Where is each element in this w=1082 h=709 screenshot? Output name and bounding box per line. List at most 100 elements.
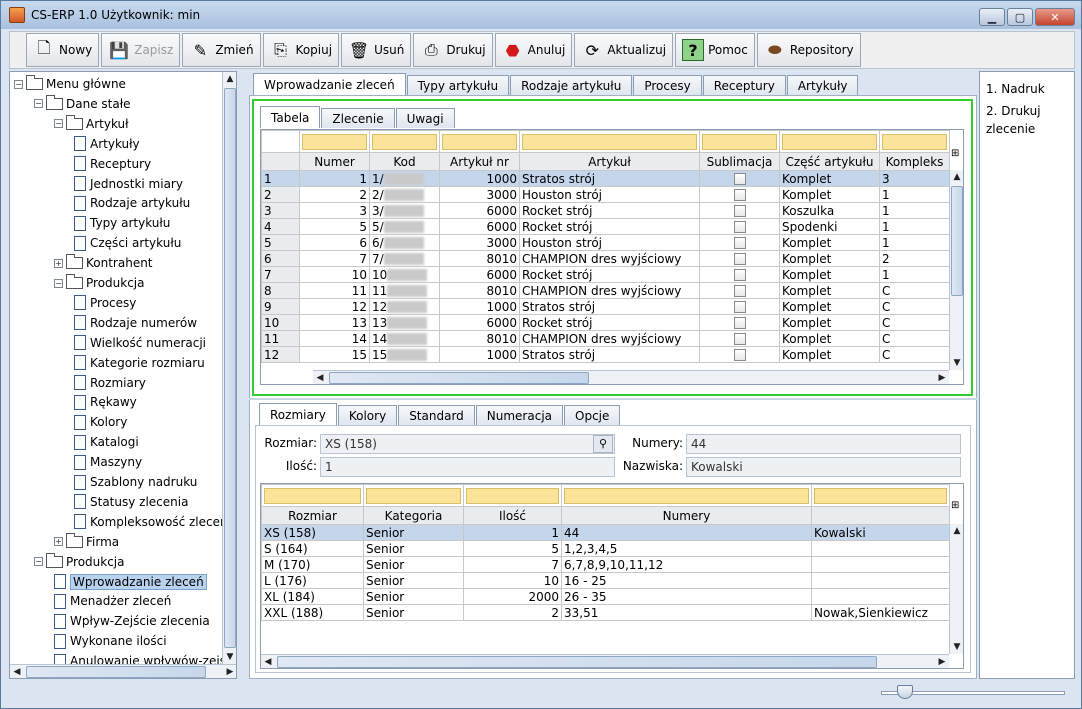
orders-vertical-scrollbar[interactable]: ▲ ▼ xyxy=(949,170,963,370)
filter-input[interactable] xyxy=(814,487,947,504)
filter-cell[interactable] xyxy=(463,484,562,507)
maximize-button[interactable]: ▢ xyxy=(1007,8,1033,26)
sublimacja-checkbox[interactable] xyxy=(733,173,746,185)
tree-item[interactable]: − Produkcja xyxy=(34,552,125,572)
filter-cell[interactable] xyxy=(369,130,440,153)
orders-horizontal-scrollbar[interactable]: ◀ ▶ xyxy=(313,370,949,384)
sublimacja-checkbox[interactable] xyxy=(733,237,746,249)
tree-item[interactable]: Wielkość numeracji xyxy=(74,333,206,353)
filter-cell[interactable] xyxy=(261,484,364,507)
table-row[interactable]: 9 12 12 1000 Stratos strój Komplet C xyxy=(261,298,950,315)
orders-hscroll-thumb[interactable] xyxy=(329,372,589,384)
tree-item[interactable]: Kategorie rozmiaru xyxy=(74,353,205,373)
tree-item[interactable]: Wykonane ilości xyxy=(54,631,167,651)
table-row[interactable]: 5 6 6/3000 Houston strój Komplet 1 xyxy=(261,234,950,251)
sub-tab[interactable]: Zlecenie xyxy=(321,108,395,128)
column-header[interactable] xyxy=(261,152,300,171)
column-header[interactable]: Kod xyxy=(369,152,440,171)
table-row[interactable]: 2 2 2/3000 Houston strój Komplet 1 xyxy=(261,186,950,203)
toolbar-button-0[interactable]: 🗋 Nowy xyxy=(26,33,100,67)
collapse-icon[interactable]: − xyxy=(54,278,63,288)
sublimacja-checkbox[interactable] xyxy=(733,189,746,201)
tree-item[interactable]: Rodzaje artykułu xyxy=(74,193,190,213)
sublimacja-checkbox[interactable] xyxy=(733,253,746,265)
binoculars-lookup-icon[interactable]: ⚲ xyxy=(593,435,613,453)
tree-item[interactable]: Artykuły xyxy=(74,134,140,154)
tree-item[interactable]: + Kontrahent xyxy=(54,253,153,273)
column-header[interactable]: Część artykułu xyxy=(779,152,880,171)
table-row[interactable]: M (170) Senior 7 6,7,8,9,10,11,12 xyxy=(261,556,950,573)
filter-cell[interactable] xyxy=(699,130,780,153)
action-link[interactable]: 2. Drukuj zlecenie xyxy=(986,102,1068,138)
tree-item[interactable]: Jednostki miary xyxy=(74,174,183,194)
tree-item[interactable]: Kompleksowość zleceń xyxy=(74,512,228,532)
tree-item[interactable]: Kolory xyxy=(74,412,127,432)
main-tab[interactable]: Rodzaje artykułu xyxy=(510,75,633,95)
minimize-button[interactable]: ▁ xyxy=(979,8,1005,26)
filter-cell[interactable] xyxy=(779,130,880,153)
table-row[interactable]: 7 10 10 6000 Rocket strój Komplet 1 xyxy=(261,266,950,283)
tree-item[interactable]: − Produkcja xyxy=(54,273,145,293)
filter-input[interactable] xyxy=(782,133,877,150)
sublimacja-checkbox[interactable] xyxy=(733,333,746,345)
sizes-vertical-scrollbar[interactable]: ▲ ▼ xyxy=(949,524,963,654)
horizontal-divider[interactable] xyxy=(249,398,977,400)
toolbar-button-9[interactable]: ⬬ Repository xyxy=(756,33,861,67)
column-header[interactable]: Sublimacja xyxy=(699,152,780,171)
column-header[interactable]: Numer xyxy=(299,152,370,171)
filter-cell[interactable] xyxy=(439,130,520,153)
column-header[interactable]: Ilość xyxy=(463,506,562,525)
toolbar-button-3[interactable]: ⎘ Kopiuj xyxy=(262,33,340,67)
filter-input[interactable] xyxy=(522,133,697,150)
toolbar-button-2[interactable]: ✎ Zmień xyxy=(182,33,261,67)
table-row[interactable]: 1 1 1/1000 Stratos strój Komplet 3 xyxy=(261,170,950,187)
tree-scroll-thumb[interactable] xyxy=(224,88,236,648)
toolbar-button-8[interactable]: ? Pomoc xyxy=(675,33,755,67)
tree-item[interactable]: Szablony nadruku xyxy=(74,472,197,492)
bottom-tab[interactable]: Standard xyxy=(398,405,475,425)
table-row[interactable]: 4 5 5/6000 Rocket strój Spodenki 1 xyxy=(261,218,950,235)
table-row[interactable]: 11 14 14 8010 CHAMPION dres wyjściowy Komplet… xyxy=(261,330,950,347)
split-divider[interactable] xyxy=(239,71,247,681)
filter-input[interactable] xyxy=(372,133,437,150)
table-row[interactable]: 12 15 15 1000 Stratos strój Komplet C xyxy=(261,346,950,363)
collapse-icon[interactable]: − xyxy=(34,99,43,109)
column-header[interactable]: Artykuł xyxy=(519,152,700,171)
table-row[interactable]: XL (184) Senior 2000 26 - 35 xyxy=(261,588,950,605)
filter-cell[interactable] xyxy=(363,484,464,507)
scroll-right-arrow-icon[interactable]: ▶ xyxy=(935,371,949,384)
column-header[interactable]: Rozmiar xyxy=(261,506,364,525)
table-row[interactable]: XS (158) Senior 1 44 Kowalski xyxy=(261,524,950,541)
filter-cell[interactable] xyxy=(299,130,370,153)
action-link[interactable]: 1. Nadruk xyxy=(986,80,1068,98)
sublimacja-checkbox[interactable] xyxy=(733,349,746,361)
column-chooser-icon[interactable]: ⊞ xyxy=(951,148,959,159)
rozmiar-field[interactable]: XS (158) xyxy=(320,434,615,454)
column-header[interactable]: Kategoria xyxy=(363,506,464,525)
filter-cell[interactable] xyxy=(811,484,950,507)
main-tab[interactable]: Wprowadzanie zleceń xyxy=(253,73,406,95)
sublimacja-checkbox[interactable] xyxy=(733,269,746,281)
scroll-left-arrow-icon[interactable]: ◀ xyxy=(10,665,24,678)
tree-item[interactable]: Rodzaje numerów xyxy=(74,313,197,333)
tree-item[interactable]: + Firma xyxy=(54,532,119,552)
tree-vertical-scrollbar[interactable]: ▲ ▼ xyxy=(222,72,236,664)
scroll-down-arrow-icon[interactable]: ▼ xyxy=(223,650,236,664)
filter-input[interactable] xyxy=(466,487,559,504)
tree-item[interactable]: Części artykułu xyxy=(74,233,181,253)
scroll-left-arrow-icon[interactable]: ◀ xyxy=(261,655,275,668)
scroll-down-arrow-icon[interactable]: ▼ xyxy=(950,640,963,654)
sublimacja-checkbox[interactable] xyxy=(733,317,746,329)
tree-horizontal-scrollbar[interactable]: ◀ ▶ xyxy=(10,664,236,678)
column-header[interactable] xyxy=(811,506,950,525)
tree-item[interactable]: Receptury xyxy=(74,154,151,174)
tree-item[interactable]: Katalogi xyxy=(74,432,139,452)
toolbar-button-7[interactable]: ⟳ Aktualizuj xyxy=(574,33,674,67)
scroll-right-arrow-icon[interactable]: ▶ xyxy=(223,665,236,678)
close-button[interactable]: ✕ xyxy=(1035,8,1075,26)
main-tab[interactable]: Procesy xyxy=(633,75,702,95)
column-header[interactable]: Kompleks xyxy=(879,152,950,171)
tree-item[interactable]: Rękawy xyxy=(74,392,137,412)
filter-input[interactable] xyxy=(302,133,367,150)
tree-item[interactable]: Typy artykułu xyxy=(74,213,170,233)
